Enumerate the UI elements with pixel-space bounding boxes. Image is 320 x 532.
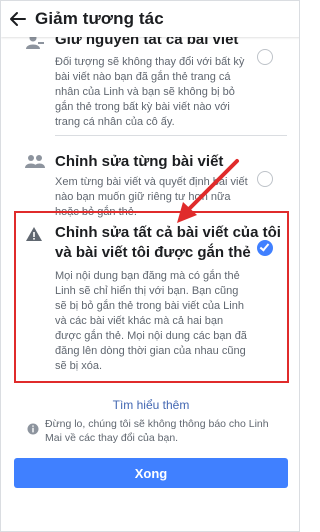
option-title-line1: Chỉnh sửa tất cả bài viết của tôi <box>55 224 281 241</box>
option-description: Mọi nội dung bạn đăng mà có gắn thẻ Linh… <box>55 270 247 372</box>
option-edit-each-post[interactable]: Chỉnh sửa từng bài viết Xem từng bài viế… <box>15 149 287 218</box>
option-title-line2: và bài viết tôi được gắn thẻ <box>55 244 251 261</box>
option-description: Đối tượng sẽ không thay đổi với bất kỳ b… <box>55 56 245 128</box>
radio-button[interactable] <box>257 49 273 65</box>
warning-icon <box>25 226 45 242</box>
option-title: Giữ nguyên tất cả bài viết <box>55 37 239 48</box>
divider <box>55 135 287 136</box>
top-bar: Giảm tương tác <box>1 1 299 37</box>
option-keep-all[interactable]: Giữ nguyên tất cả bài viết Đối tượng sẽ … <box>15 37 287 133</box>
person-icon <box>25 37 45 51</box>
notice-text: Đừng lo, chúng tôi sẽ không thông báo ch… <box>45 418 269 444</box>
options-list: Giữ nguyên tất cả bài viết Đối tượng sẽ … <box>1 37 299 531</box>
info-icon <box>27 422 39 435</box>
option-title: Chỉnh sửa từng bài viết <box>55 153 224 170</box>
radio-button-selected[interactable] <box>257 240 273 256</box>
radio-button[interactable] <box>257 171 273 187</box>
learn-more-link[interactable]: Tìm hiểu thêm <box>1 398 299 412</box>
people-icon <box>25 154 45 170</box>
reduce-interaction-screen: Giảm tương tác Giữ nguyên tất cả bài viế… <box>0 0 300 532</box>
page-title: Giảm tương tác <box>35 9 164 28</box>
back-arrow-icon[interactable] <box>1 1 35 37</box>
done-button[interactable]: Xong <box>14 458 288 488</box>
option-edit-all-posts[interactable]: Chỉnh sửa tất cả bài viết của tôi và bài… <box>15 223 287 373</box>
